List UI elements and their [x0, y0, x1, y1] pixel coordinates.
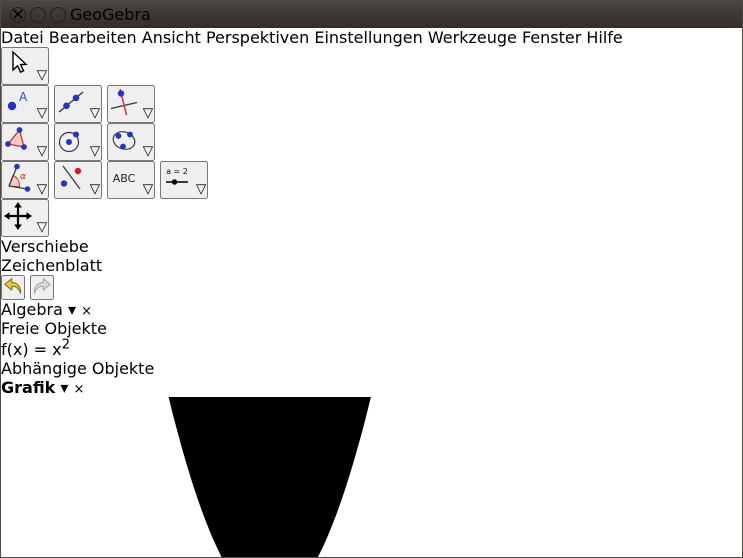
mirror-at-line-icon — [60, 165, 82, 190]
angle-tool-button[interactable]: α ▽ — [1, 161, 49, 199]
line-two-points-icon — [58, 91, 84, 113]
tool-group-view: ▽ — [1, 199, 742, 237]
tool-dropdown-icon[interactable]: ▽ — [90, 143, 100, 158]
graphics-panel-header: Grafik ▾ × — [1, 378, 742, 397]
geogebra-window: ✕ GeoGebra Datei Bearbeiten Ansicht Pers… — [0, 0, 743, 558]
svg-text:a = 2: a = 2 — [166, 167, 188, 176]
graphics-canvas[interactable]: -5-4-3-2-1012345-3-2-10123 — [1, 393, 742, 557]
graphics-panel-title: Grafik — [1, 378, 56, 398]
tool-group-points-lines: A ▽ ▽ ▽ — [1, 85, 742, 123]
graphics-panel-menu-icon[interactable]: ▾ — [60, 378, 68, 397]
menu-hilfe[interactable]: Hilfe — [586, 28, 622, 47]
algebra-panel-menu-icon[interactable]: ▾ — [68, 300, 76, 319]
dependent-objects-label: Abhängige Objekte — [1, 359, 155, 379]
graphics-panel-close-icon[interactable]: × — [74, 382, 85, 397]
new-point-tool-button[interactable]: A ▽ — [1, 85, 49, 123]
window-maximize-button[interactable] — [50, 6, 66, 23]
text-tool-icon: ABC — [113, 172, 136, 185]
window-title: GeoGebra — [70, 5, 151, 24]
perpendicular-line-tool-button[interactable]: ▽ — [107, 85, 156, 123]
function-plot: -5-4-3-2-1012345-3-2-10123 — [167, 393, 372, 557]
window-close-button[interactable]: ✕ — [10, 5, 26, 24]
tool-dropdown-icon[interactable]: ▽ — [143, 105, 153, 120]
menu-datei[interactable]: Datei — [1, 28, 44, 47]
free-objects-label: Freie Objekte — [1, 319, 107, 338]
menu-einstellungen[interactable]: Einstellungen — [314, 28, 422, 47]
text-tool-button[interactable]: ABC ▽ — [107, 161, 156, 199]
graphics-panel: Grafik ▾ × -5-4-3-2-1012345-3-2-10123 — [1, 378, 742, 557]
algebra-panel-close-icon[interactable]: × — [81, 304, 92, 319]
menu-bearbeiten[interactable]: Bearbeiten — [49, 28, 137, 47]
move-tool-button[interactable]: ▽ — [1, 47, 49, 85]
polygon-tool-button[interactable]: ▽ — [1, 123, 49, 161]
algebra-panel-title: Algebra — [1, 300, 63, 319]
tool-dropdown-icon[interactable]: ▽ — [37, 181, 47, 196]
redo-button[interactable] — [30, 275, 55, 300]
circle-tool-button[interactable]: ▽ — [54, 123, 102, 161]
tool-dropdown-icon[interactable]: ▽ — [37, 105, 47, 120]
tool-dropdown-icon[interactable]: ▽ — [90, 105, 100, 120]
perpendicular-line-icon — [110, 88, 138, 116]
main-area: Algebra ▾ × Freie Objekte f(x) = x2 Abhä… — [1, 300, 742, 557]
free-objects-node[interactable]: Freie Objekte — [1, 319, 742, 338]
undo-button[interactable] — [1, 275, 25, 300]
new-point-icon: A — [7, 90, 28, 111]
tool-dropdown-icon[interactable]: ▽ — [143, 143, 153, 158]
tool-dropdown-icon[interactable]: ▽ — [196, 181, 206, 196]
tool-group-shapes: ▽ ▽ ▽ — [1, 123, 742, 161]
undo-icon — [4, 278, 22, 294]
active-tool-label: Verschiebe Zeichenblatt — [1, 237, 103, 275]
tool-dropdown-icon[interactable]: ▽ — [37, 143, 47, 158]
menu-ansicht[interactable]: Ansicht — [142, 28, 201, 47]
close-icon: ✕ — [11, 5, 25, 24]
function-entry-label: f(x) = x2 — [1, 338, 71, 360]
tool-dropdown-icon[interactable]: ▽ — [90, 181, 100, 196]
slider-tool-button[interactable]: a = 2 ▽ — [160, 161, 209, 199]
algebra-panel: Algebra ▾ × Freie Objekte f(x) = x2 Abhä… — [1, 300, 742, 378]
move-graphics-view-icon — [4, 202, 32, 230]
move-graphics-view-tool-button[interactable]: ▽ — [1, 199, 49, 237]
ellipse-icon — [112, 131, 136, 150]
angle-icon: α — [8, 163, 31, 192]
tool-dropdown-icon[interactable]: ▽ — [37, 67, 47, 82]
undo-redo-group — [1, 275, 742, 300]
title-bar: ✕ GeoGebra — [1, 1, 742, 28]
move-cursor-icon — [12, 50, 28, 74]
tool-dropdown-icon[interactable]: ▽ — [143, 181, 153, 196]
menu-bar: Datei Bearbeiten Ansicht Perspektiven Ei… — [1, 28, 742, 47]
ellipse-tool-button[interactable]: ▽ — [107, 123, 156, 161]
svg-text:ABC: ABC — [113, 172, 136, 185]
menu-perspektiven[interactable]: Perspektiven — [206, 28, 309, 47]
polygon-icon — [5, 127, 27, 150]
tool-group-move: ▽ — [1, 47, 742, 85]
tool-dropdown-icon[interactable]: ▽ — [37, 219, 47, 234]
menu-fenster[interactable]: Fenster — [522, 28, 581, 47]
line-tool-button[interactable]: ▽ — [54, 85, 102, 123]
mirror-tool-button[interactable]: ▽ — [54, 161, 102, 199]
circle-center-point-icon — [58, 131, 80, 153]
dependent-objects-node[interactable]: Abhängige Objekte — [1, 359, 742, 378]
slider-icon: a = 2 — [166, 167, 189, 185]
function-entry-row[interactable]: f(x) = x2 — [1, 338, 742, 359]
svg-text:α: α — [20, 172, 26, 182]
tool-group-measure-text: α ▽ ▽ ABC ▽ a = 2 ▽ — [1, 161, 742, 199]
tool-bar: ▽ A ▽ ▽ ▽ ▽ ▽ ▽ α ▽ ▽ ABC ▽ a = 2 ▽ ▽ Ve… — [1, 47, 742, 300]
svg-text:A: A — [19, 90, 28, 104]
redo-icon — [34, 278, 51, 294]
algebra-tree: Freie Objekte f(x) = x2 Abhängige Objekt… — [1, 319, 742, 378]
algebra-panel-header: Algebra ▾ × — [1, 300, 742, 319]
menu-werkzeuge[interactable]: Werkzeuge — [428, 28, 517, 47]
window-minimize-button[interactable] — [30, 6, 46, 23]
